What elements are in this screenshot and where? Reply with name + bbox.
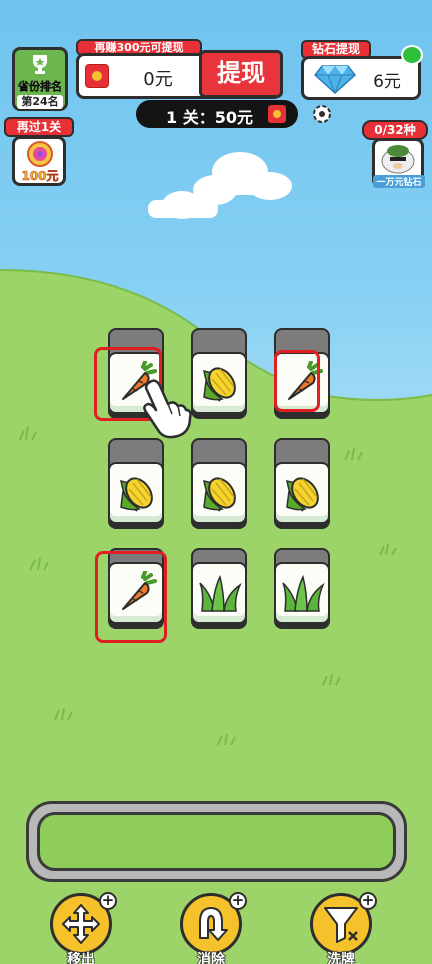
prize-wheel-icon	[27, 141, 53, 167]
highlight-box	[95, 551, 167, 643]
highlight-box	[274, 350, 320, 412]
plus-icon: +	[99, 892, 117, 910]
tile-corn[interactable]	[108, 462, 164, 524]
tile-grass[interactable]	[191, 562, 247, 624]
plus-icon: +	[229, 892, 247, 910]
tool-label: 洗牌	[326, 951, 355, 964]
move-out-button[interactable]: + 移出	[50, 892, 117, 964]
tile-tray-slots	[37, 812, 396, 871]
undo-button[interactable]: + 消除	[180, 892, 247, 964]
corn-icon	[286, 477, 319, 512]
diamond-amount: 6元	[373, 72, 401, 92]
pass-level-tag: 再过1关	[4, 117, 74, 137]
undo-icon	[199, 907, 228, 941]
money-amount: 0元	[143, 69, 173, 90]
gear-icon[interactable]	[311, 103, 333, 125]
trophy-icon	[33, 55, 47, 74]
pointing-hand-icon	[143, 379, 192, 439]
shuffle-filter-icon	[324, 907, 358, 943]
plus-icon: +	[359, 892, 377, 910]
species-count-tag: 0/32种	[362, 120, 428, 140]
corn-icon	[120, 477, 153, 512]
tile-corn[interactable]	[274, 462, 330, 524]
province-rank-button[interactable]: 省份排名 第24名	[12, 47, 68, 111]
wechat-icon[interactable]	[401, 45, 423, 65]
corn-icon	[203, 477, 236, 512]
red-envelope-icon	[268, 105, 286, 123]
tile-corn[interactable]	[191, 462, 247, 524]
sheep-icon	[381, 145, 415, 174]
corn-icon	[203, 367, 236, 402]
level-text: 1 关：50元	[166, 108, 253, 127]
rank-label: 省份排名	[18, 80, 62, 93]
sheep-label: 一万元钻石	[373, 175, 425, 188]
grass-icon	[282, 574, 325, 612]
diamond-balance-button[interactable]: 6元	[301, 56, 421, 100]
red-envelope-icon	[85, 64, 109, 88]
move-out-icon	[62, 904, 100, 944]
rank-value: 第24名	[17, 95, 63, 109]
prize-amount: 100元	[21, 169, 59, 184]
withdraw-button[interactable]: 提现	[199, 50, 283, 98]
level-reward-pill: 1 关：50元	[136, 100, 298, 128]
shuffle-button[interactable]: + 洗牌	[310, 892, 377, 964]
prize-wheel-button[interactable]: 100元	[12, 136, 66, 186]
tool-label: 消除	[196, 951, 225, 964]
diamond-icon	[314, 65, 356, 94]
tile-grass[interactable]	[274, 562, 330, 624]
tile-tray	[26, 801, 407, 882]
tile-corn[interactable]	[191, 352, 247, 414]
tool-label: 移出	[66, 951, 95, 964]
sheep-collection-button[interactable]: 一万元钻石	[372, 138, 425, 188]
grass-icon	[199, 574, 242, 612]
